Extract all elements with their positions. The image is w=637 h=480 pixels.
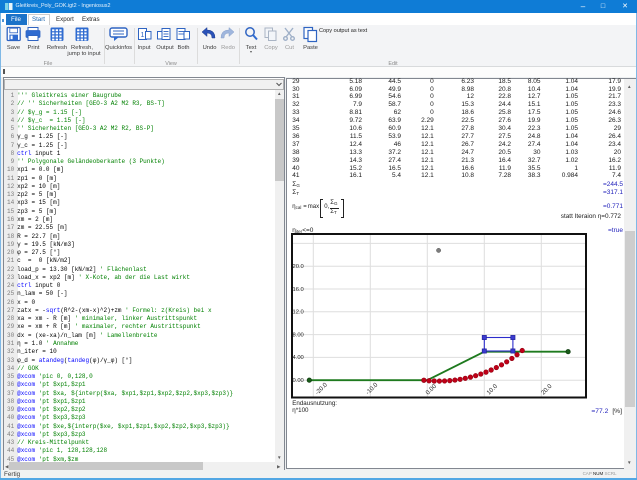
svg-text:20.0: 20.0 (293, 264, 304, 270)
svg-text:0.00: 0.00 (293, 378, 304, 384)
svg-text:1: 1 (141, 32, 145, 39)
svg-text:16.0: 16.0 (293, 287, 304, 293)
svg-text:12.0: 12.0 (293, 310, 304, 316)
svg-text:8.00: 8.00 (293, 332, 304, 338)
svg-text:4.00: 4.00 (293, 355, 304, 361)
